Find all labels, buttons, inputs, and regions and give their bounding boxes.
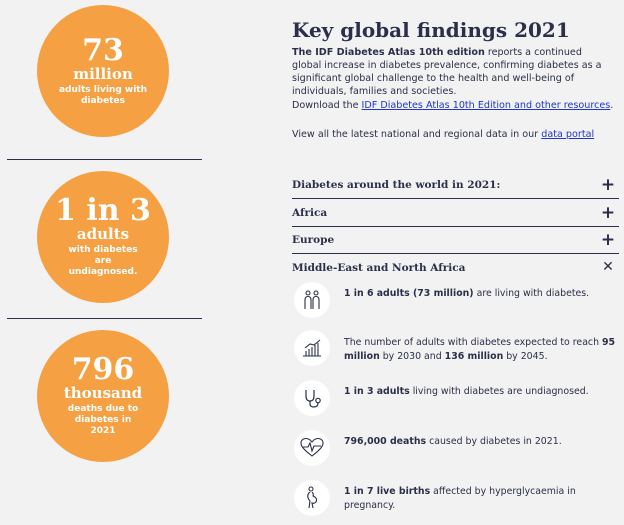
accordion-mena[interactable]: Middle-East and North Africa ✕ bbox=[292, 254, 619, 281]
finding-normal: by 2045. bbox=[503, 351, 548, 362]
stat-number: 796 bbox=[71, 352, 135, 387]
divider bbox=[7, 159, 202, 160]
finding-text: 796,000 deaths caused by diabetes in 202… bbox=[344, 435, 618, 449]
finding-normal: by 2030 and bbox=[379, 351, 445, 362]
stat-description: deaths due to diabetes in 2021 bbox=[67, 404, 139, 436]
stats-column: 73 million adults living with diabetes 1… bbox=[0, 0, 210, 525]
finding-normal: The number of adults with diabetes expec… bbox=[344, 337, 603, 348]
finding-normal: living with diabetes are undiagnosed. bbox=[409, 386, 589, 397]
stat-unit: thousand bbox=[63, 384, 143, 402]
accordion-world[interactable]: Diabetes around the world in 2021: + bbox=[292, 172, 619, 199]
accordion-europe[interactable]: Europe + bbox=[292, 227, 619, 254]
accordion-label: Diabetes around the world in 2021: bbox=[292, 179, 501, 191]
intro-paragraph: The IDF Diabetes Atlas 10th edition repo… bbox=[292, 46, 614, 98]
data-portal-link[interactable]: data portal bbox=[541, 129, 594, 140]
pregnancy-icon bbox=[294, 480, 330, 516]
accordion-label: Africa bbox=[292, 207, 328, 219]
stat-circle-deaths: 796 thousand deaths due to diabetes in 2… bbox=[37, 330, 169, 462]
plus-icon[interactable]: + bbox=[600, 176, 616, 194]
finding-item: 1 in 3 adults living with diabetes are u… bbox=[292, 380, 622, 420]
plus-icon[interactable]: + bbox=[600, 231, 616, 249]
page-title: Key global findings 2021 bbox=[292, 18, 570, 42]
stat-unit: adults bbox=[76, 225, 130, 243]
accordion-label: Europe bbox=[292, 234, 335, 246]
download-atlas-link[interactable]: IDF Diabetes Atlas 10th Edition and othe… bbox=[362, 100, 611, 111]
accordion-label: Middle-East and North Africa bbox=[292, 261, 466, 274]
finding-item: 796,000 deaths caused by diabetes in 202… bbox=[292, 430, 622, 470]
finding-normal: are living with diabetes. bbox=[473, 288, 590, 299]
finding-item: 1 in 7 live births affected by hyperglyc… bbox=[292, 480, 622, 520]
finding-text: The number of adults with diabetes expec… bbox=[344, 336, 618, 364]
growth-chart-icon bbox=[294, 330, 330, 366]
close-icon[interactable]: ✕ bbox=[600, 259, 616, 276]
finding-text: 1 in 7 live births affected by hyperglyc… bbox=[344, 485, 618, 513]
stat-description: adults living with diabetes bbox=[58, 84, 147, 106]
download-prefix: Download the bbox=[292, 100, 362, 111]
finding-bold: 136 million bbox=[444, 351, 504, 362]
plus-icon[interactable]: + bbox=[600, 204, 616, 222]
portal-prefix: View all the latest national and regiona… bbox=[292, 129, 542, 140]
people-icon bbox=[294, 282, 330, 318]
stat-description: with diabetes are undiagnosed. bbox=[68, 245, 138, 277]
stat-circle-undiagnosed: 1 in 3 adults with diabetes are undiagno… bbox=[37, 171, 169, 303]
finding-bold: 796,000 deaths bbox=[344, 436, 427, 447]
stat-unit: million bbox=[73, 64, 133, 83]
download-suffix: . bbox=[610, 100, 614, 111]
divider bbox=[7, 318, 202, 319]
stat-number: 1 in 3 bbox=[55, 193, 151, 228]
finding-text: 1 in 6 adults (73 million) are living wi… bbox=[344, 287, 618, 301]
stethoscope-icon bbox=[294, 380, 330, 416]
portal-line: View all the latest national and regiona… bbox=[292, 129, 594, 140]
stat-circle-adults-living: 73 million adults living with diabetes bbox=[37, 5, 169, 137]
stat-number: 73 bbox=[82, 32, 124, 68]
finding-bold: 1 in 7 live births bbox=[344, 486, 431, 497]
download-line: Download the IDF Diabetes Atlas 10th Edi… bbox=[292, 100, 613, 111]
finding-item: 1 in 6 adults (73 million) are living wi… bbox=[292, 282, 622, 322]
finding-bold: 1 in 6 adults (73 million) bbox=[344, 288, 474, 299]
finding-text: 1 in 3 adults living with diabetes are u… bbox=[344, 385, 618, 399]
accordion-africa[interactable]: Africa + bbox=[292, 200, 619, 227]
intro-bold: The IDF Diabetes Atlas 10th edition bbox=[292, 47, 485, 58]
finding-normal: caused by diabetes in 2021. bbox=[426, 436, 562, 447]
finding-bold: 1 in 3 adults bbox=[344, 386, 410, 397]
finding-item: The number of adults with diabetes expec… bbox=[292, 330, 622, 370]
heartbeat-icon bbox=[294, 430, 330, 466]
